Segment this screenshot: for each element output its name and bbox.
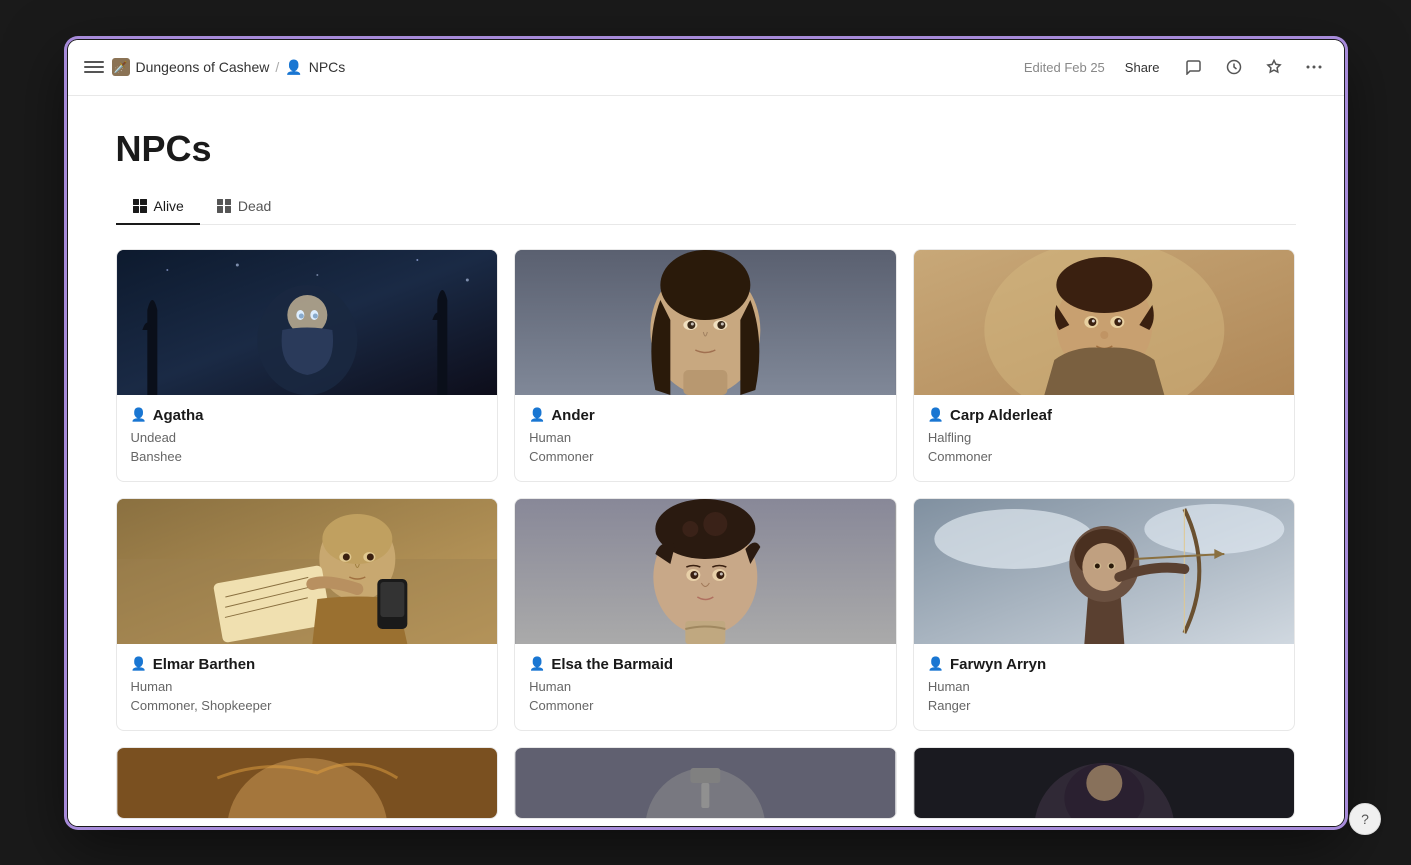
person-icon-elmar: 👤	[131, 656, 147, 672]
farwyn-image-placeholder	[914, 499, 1295, 644]
history-icon[interactable]	[1220, 53, 1248, 81]
person-icon-carp: 👤	[928, 407, 944, 423]
comment-icon[interactable]	[1180, 53, 1208, 81]
card-race-elsa: Human	[529, 677, 882, 697]
card-image-bottom1	[117, 748, 498, 818]
card-name-row-farwyn: 👤 Farwyn Arryn	[928, 656, 1281, 673]
ander-image-placeholder	[515, 250, 896, 395]
breadcrumb-child[interactable]: NPCs	[309, 59, 346, 75]
card-class-elmar: Commoner, Shopkeeper	[131, 696, 484, 716]
card-name-farwyn: Farwyn Arryn	[950, 656, 1046, 673]
card-info-elmar: 👤 Elmar Barthen Human Commoner, Shopkeep…	[117, 644, 498, 730]
card-race-elmar: Human	[131, 677, 484, 697]
card-race-ander: Human	[529, 428, 882, 448]
titlebar-left: 🗡️ Dungeons of Cashew / 👤 NPCs	[84, 57, 1024, 77]
card-class-ander: Commoner	[529, 447, 882, 467]
page-title: NPCs	[116, 128, 1296, 170]
card-name-row-elmar: 👤 Elmar Barthen	[131, 656, 484, 673]
person-icon-ander: 👤	[529, 407, 545, 423]
card-name-elsa: Elsa the Barmaid	[551, 656, 673, 673]
menu-icon[interactable]	[84, 57, 104, 77]
help-label: ?	[1361, 811, 1369, 827]
card-image-elsa	[515, 499, 896, 644]
tab-dead[interactable]: Dead	[200, 190, 287, 224]
alive-tab-icon	[132, 198, 148, 214]
more-options-icon[interactable]	[1300, 53, 1328, 81]
child-page-icon: 👤	[285, 59, 302, 76]
card-image-farwyn	[914, 499, 1295, 644]
card-name-row-elsa: 👤 Elsa the Barmaid	[529, 656, 882, 673]
card-image-agatha	[117, 250, 498, 395]
list-item[interactable]: 👤 Elsa the Barmaid Human Commoner	[514, 498, 897, 731]
list-item[interactable]: 👤 Farwyn Arryn Human Ranger	[913, 498, 1296, 731]
share-button[interactable]: Share	[1117, 56, 1168, 79]
card-name-row-carp: 👤 Carp Alderleaf	[928, 407, 1281, 424]
help-button[interactable]: ?	[1349, 803, 1381, 835]
card-image-bottom2	[515, 748, 896, 818]
card-image-elmar	[117, 499, 498, 644]
card-image-ander	[515, 250, 896, 395]
elmar-image-placeholder	[117, 499, 498, 644]
card-race-farwyn: Human	[928, 677, 1281, 697]
card-name-agatha: Agatha	[153, 407, 204, 424]
card-class-agatha: Banshee	[131, 447, 484, 467]
edited-timestamp: Edited Feb 25	[1024, 60, 1105, 75]
breadcrumb-parent[interactable]: Dungeons of Cashew	[136, 59, 270, 75]
card-name-row-ander: 👤 Ander	[529, 407, 882, 424]
npc-grid: 👤 Agatha Undead Banshee	[116, 249, 1296, 819]
person-icon-farwyn: 👤	[928, 656, 944, 672]
tab-alive-label: Alive	[154, 198, 184, 214]
person-icon-agatha: 👤	[131, 407, 147, 423]
list-item[interactable]	[116, 747, 499, 819]
list-item[interactable]	[913, 747, 1296, 819]
breadcrumb: 🗡️ Dungeons of Cashew / 👤 NPCs	[112, 58, 346, 76]
card-class-elsa: Commoner	[529, 696, 882, 716]
card-info-ander: 👤 Ander Human Commoner	[515, 395, 896, 481]
card-name-ander: Ander	[551, 407, 594, 424]
page-content: NPCs Alive Dead	[68, 96, 1344, 826]
card-info-agatha: 👤 Agatha Undead Banshee	[117, 395, 498, 481]
card-class-carp: Commoner	[928, 447, 1281, 467]
list-item[interactable]: 👤 Elmar Barthen Human Commoner, Shopkeep…	[116, 498, 499, 731]
card-info-elsa: 👤 Elsa the Barmaid Human Commoner	[515, 644, 896, 730]
tab-dead-label: Dead	[238, 198, 271, 214]
parent-page-icon: 🗡️	[112, 58, 130, 76]
elsa-image-placeholder	[515, 499, 896, 644]
titlebar-right: Edited Feb 25 Share	[1024, 53, 1328, 81]
list-item[interactable]: 👤 Ander Human Commoner	[514, 249, 897, 482]
dead-tab-icon	[216, 198, 232, 214]
card-info-carp: 👤 Carp Alderleaf Halfling Commoner	[914, 395, 1295, 481]
app-window: 🗡️ Dungeons of Cashew / 👤 NPCs Edited Fe…	[66, 38, 1346, 828]
list-item[interactable]: 👤 Carp Alderleaf Halfling Commoner	[913, 249, 1296, 482]
star-icon[interactable]	[1260, 53, 1288, 81]
card-name-carp: Carp Alderleaf	[950, 407, 1052, 424]
card-name-row-agatha: 👤 Agatha	[131, 407, 484, 424]
card-image-carp	[914, 250, 1295, 395]
card-race-agatha: Undead	[131, 428, 484, 448]
tabs: Alive Dead	[116, 190, 1296, 225]
card-class-farwyn: Ranger	[928, 696, 1281, 716]
titlebar: 🗡️ Dungeons of Cashew / 👤 NPCs Edited Fe…	[68, 40, 1344, 96]
list-item[interactable]: 👤 Agatha Undead Banshee	[116, 249, 499, 482]
agatha-image-placeholder	[117, 250, 498, 395]
person-icon-elsa: 👤	[529, 656, 545, 672]
tab-alive[interactable]: Alive	[116, 190, 200, 224]
card-race-carp: Halfling	[928, 428, 1281, 448]
list-item[interactable]	[514, 747, 897, 819]
carp-image-placeholder	[914, 250, 1295, 395]
card-name-elmar: Elmar Barthen	[153, 656, 256, 673]
card-image-bottom3	[914, 748, 1295, 818]
breadcrumb-separator: /	[275, 59, 279, 75]
card-info-farwyn: 👤 Farwyn Arryn Human Ranger	[914, 644, 1295, 730]
